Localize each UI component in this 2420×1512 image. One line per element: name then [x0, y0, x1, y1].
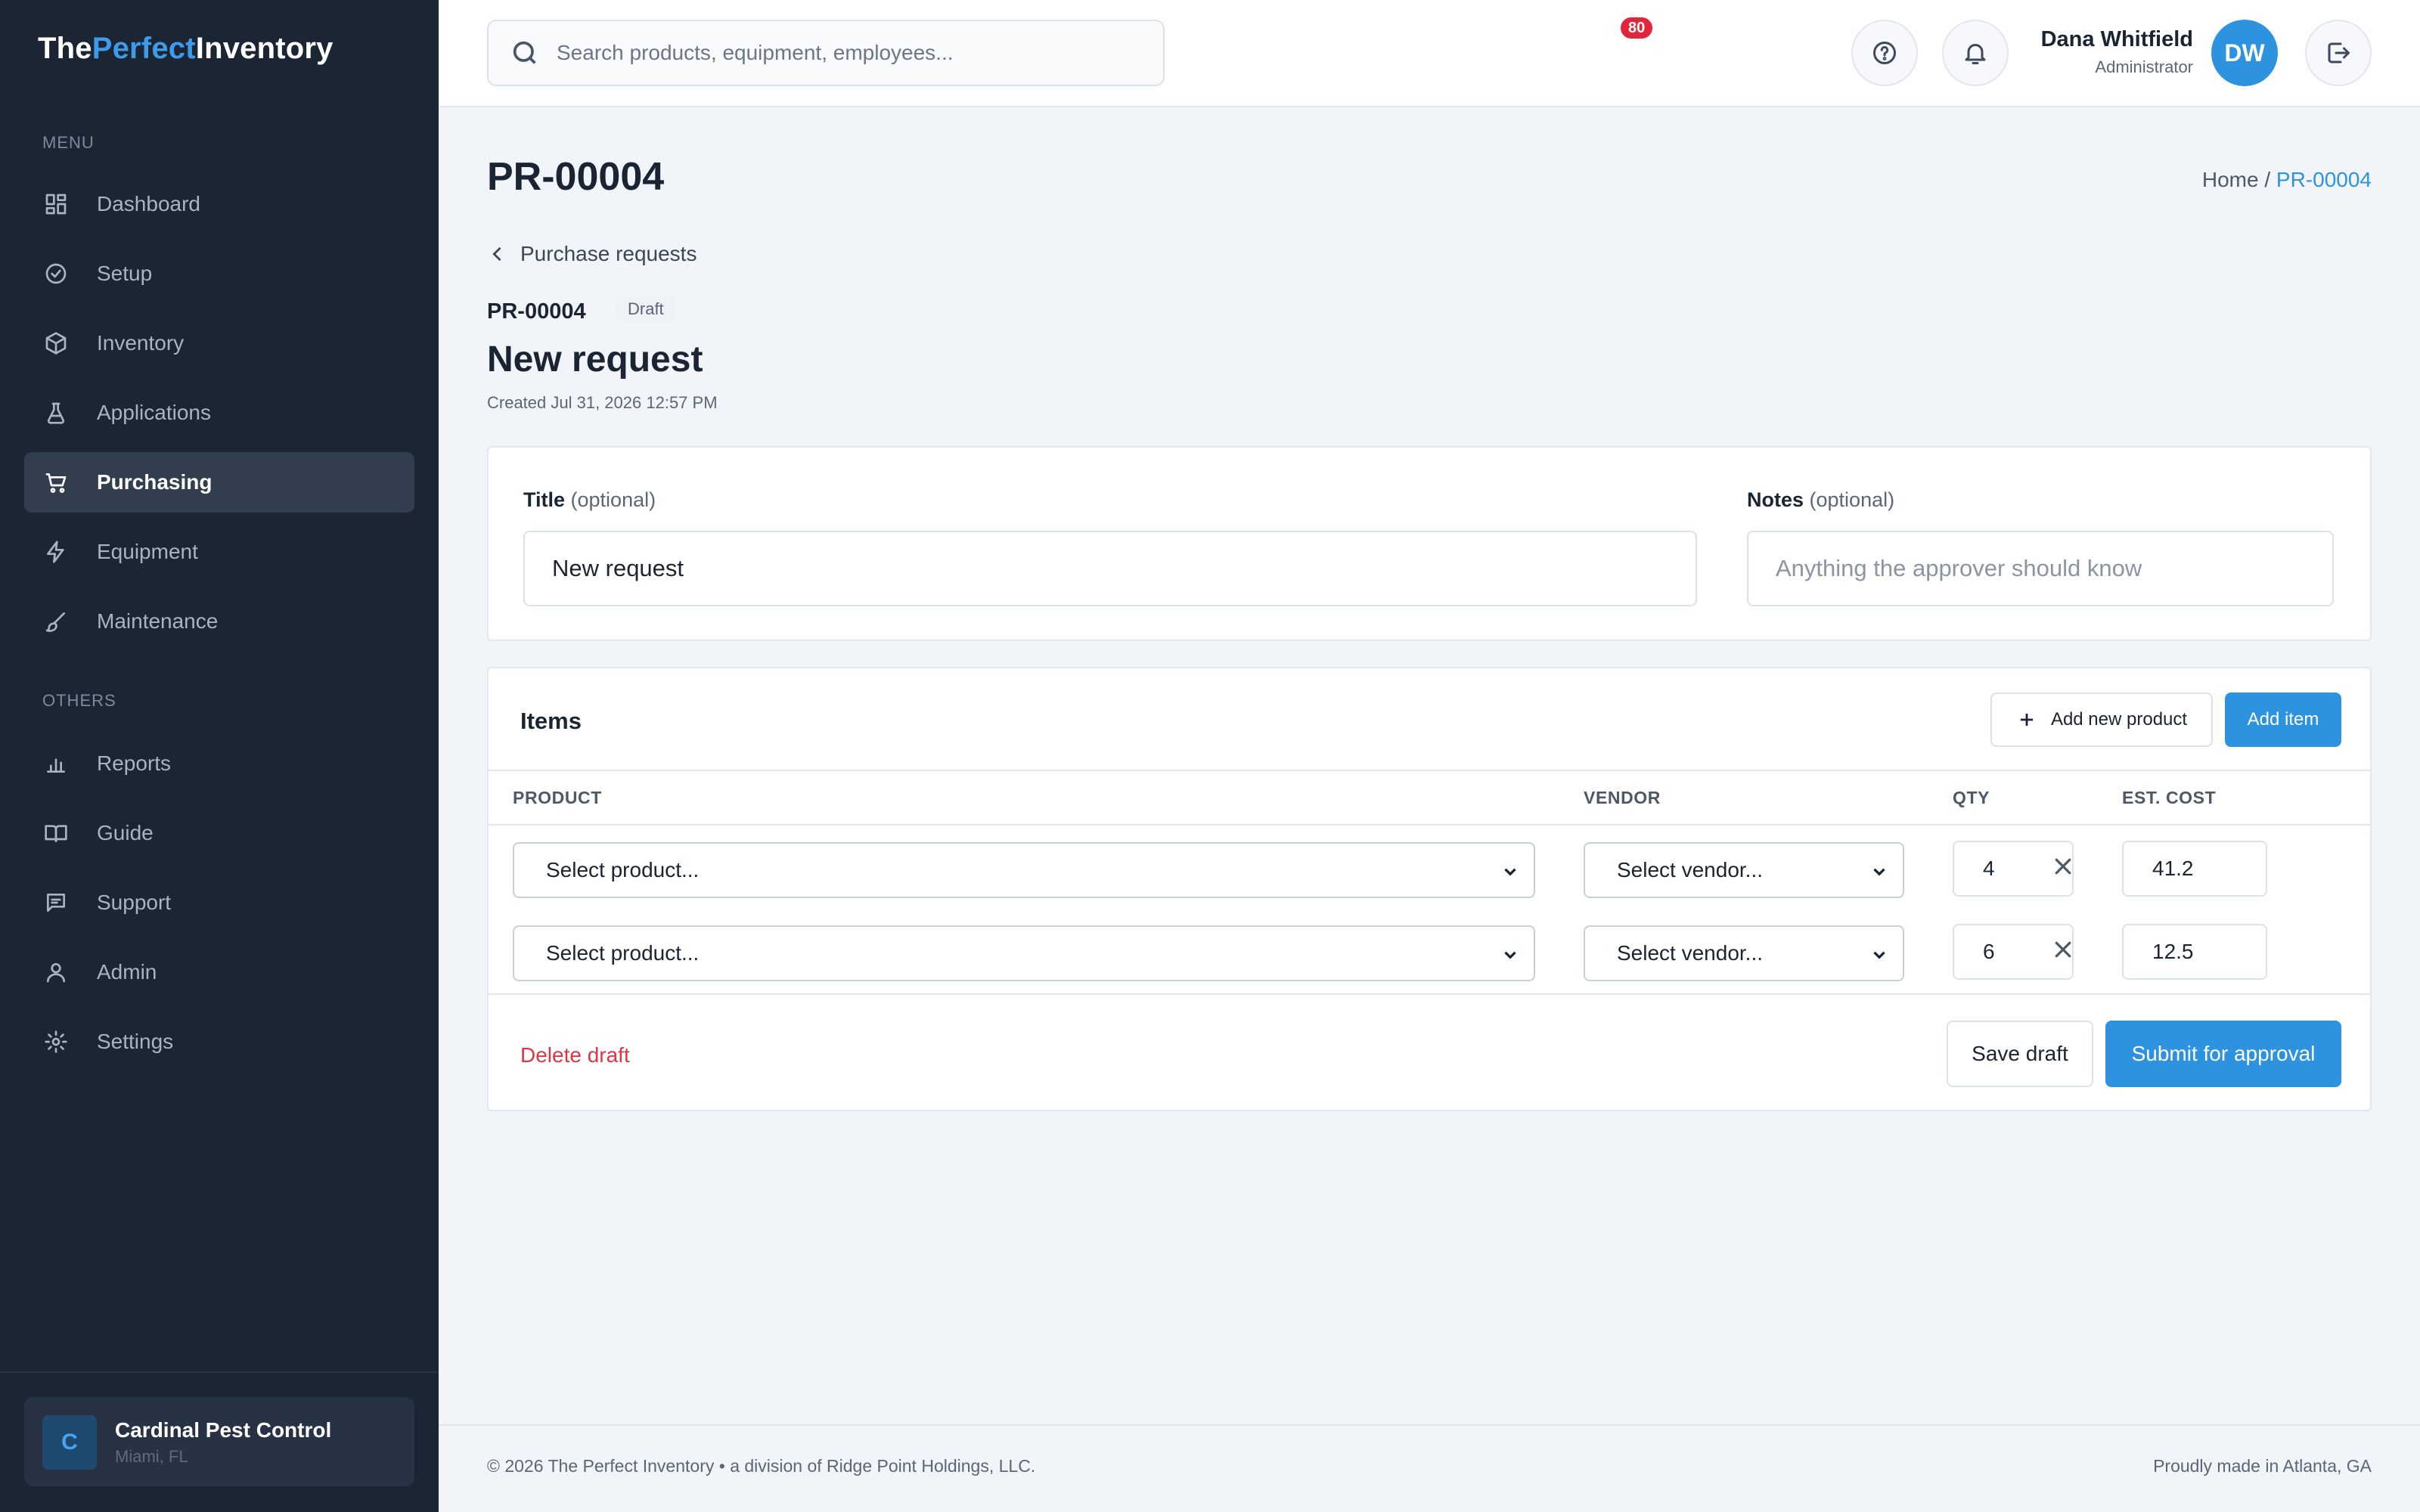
save-draft-button[interactable]: Save draft: [1947, 1021, 2093, 1087]
request-details-card: Title (optional) Notes (optional): [487, 446, 2372, 641]
request-created: Created Jul 31, 2026 12:57 PM: [487, 393, 718, 412]
est-cost-input[interactable]: 12.5: [2122, 924, 2267, 980]
table-row: Select product... Select vendor... 4 41.…: [489, 829, 2370, 912]
table-row: Select product... Select vendor... 6 12.…: [489, 912, 2370, 995]
user-icon: [42, 959, 70, 986]
footer-copyright: © 2026 The Perfect Inventory • a divisio…: [487, 1456, 1036, 1476]
items-card: Items Add new product Add item PRODUCT V…: [487, 667, 2372, 1111]
sidebar: ThePerfectInventory MENU Dashboard Setup…: [0, 0, 439, 1512]
items-table-header: PRODUCT VENDOR QTY EST. COST: [489, 770, 2370, 826]
menu-section-label: MENU: [42, 133, 95, 152]
request-title: New request: [487, 339, 703, 380]
sidebar-item-applications[interactable]: Applications: [24, 383, 414, 443]
chevron-down-icon: [1504, 868, 1516, 876]
add-new-product-button[interactable]: Add new product: [1990, 692, 2213, 747]
close-icon: [2055, 941, 2071, 958]
product-select[interactable]: Select product...: [513, 842, 1535, 898]
column-header-qty: QTY: [1953, 788, 1990, 807]
sidebar-item-inventory[interactable]: Inventory: [24, 313, 414, 373]
message-icon: [42, 889, 70, 916]
title-field-label: Title (optional): [523, 488, 656, 511]
delete-draft-button[interactable]: Delete draft: [520, 1043, 630, 1067]
flask-icon: [42, 399, 70, 426]
breadcrumb: Home / PR-00004: [2201, 168, 2372, 191]
user-role: Administrator: [2095, 57, 2193, 76]
chevron-down-icon: [1504, 951, 1516, 959]
logout-button[interactable]: [2305, 20, 2372, 86]
column-header-est-cost: EST. COST: [2122, 788, 2217, 807]
top-header: 80 Dana Whitfield Administrator DW: [439, 0, 2420, 107]
chevron-down-icon: [1873, 868, 1885, 876]
sidebar-item-dashboard[interactable]: Dashboard: [24, 174, 414, 234]
submit-for-approval-button[interactable]: Submit for approval: [2105, 1021, 2341, 1087]
help-circle-icon: [1873, 42, 1896, 64]
sidebar-divider: [0, 1371, 439, 1373]
sidebar-item-admin[interactable]: Admin: [24, 942, 414, 1002]
back-to-purchase-requests[interactable]: Purchase requests: [487, 242, 697, 266]
org-avatar: C: [42, 1415, 97, 1470]
status-badge: Draft: [616, 296, 676, 322]
notification-badge: 80: [1618, 15, 1655, 41]
check-circle-icon: [42, 260, 70, 287]
dashboard-icon: [42, 191, 70, 218]
sidebar-item-guide[interactable]: Guide: [24, 803, 414, 863]
remove-item-button[interactable]: [2048, 934, 2078, 965]
breadcrumb-current: PR-00004: [2276, 168, 2372, 191]
org-name: Cardinal Pest Control: [115, 1418, 332, 1442]
chevron-down-icon: [1873, 951, 1885, 959]
search-bar[interactable]: [487, 20, 1165, 86]
plus-icon: [2020, 713, 2034, 727]
gear-icon: [42, 1028, 70, 1055]
sidebar-item-maintenance[interactable]: Maintenance: [24, 591, 414, 652]
cart-icon: [42, 469, 70, 496]
page-footer: © 2026 The Perfect Inventory • a divisio…: [439, 1424, 2420, 1512]
notifications-button[interactable]: [1942, 20, 2009, 86]
sidebar-item-support[interactable]: Support: [24, 872, 414, 933]
title-input[interactable]: [523, 531, 1697, 606]
user-avatar[interactable]: DW: [2211, 20, 2278, 86]
logout-icon: [2328, 42, 2350, 64]
brush-icon: [42, 608, 70, 635]
items-footer-actions: Delete draft Save draft Submit for appro…: [489, 996, 2370, 1111]
vendor-select[interactable]: Select vendor...: [1584, 842, 1904, 898]
notes-input[interactable]: [1747, 531, 2334, 606]
sidebar-item-settings[interactable]: Settings: [24, 1012, 414, 1072]
product-select[interactable]: Select product...: [513, 925, 1535, 981]
sidebar-item-setup[interactable]: Setup: [24, 243, 414, 304]
organization-switcher[interactable]: C Cardinal Pest Control Miami, FL: [24, 1397, 414, 1486]
sidebar-item-equipment[interactable]: Equipment: [24, 522, 414, 582]
remove-item-button[interactable]: [2048, 851, 2078, 881]
est-cost-input[interactable]: 41.2: [2122, 841, 2267, 897]
footer-tagline: Proudly made in Atlanta, GA: [2153, 1456, 2372, 1476]
column-header-product: PRODUCT: [513, 788, 602, 807]
bell-icon: [1965, 44, 1986, 64]
column-header-vendor: VENDOR: [1584, 788, 1661, 807]
box-icon: [42, 330, 70, 357]
notes-field-label: Notes (optional): [1747, 488, 1895, 511]
book-icon: [42, 820, 70, 847]
app-logo[interactable]: ThePerfectInventory: [38, 32, 334, 66]
bolt-icon: [42, 538, 70, 565]
others-section-label: OTHERS: [42, 691, 116, 710]
help-button[interactable]: [1851, 20, 1918, 86]
search-icon: [513, 41, 536, 64]
sidebar-item-purchasing[interactable]: Purchasing: [24, 452, 414, 513]
items-heading: Items: [520, 708, 582, 734]
chevron-left-icon: [492, 246, 501, 262]
org-location: Miami, FL: [115, 1447, 188, 1466]
vendor-select[interactable]: Select vendor...: [1584, 925, 1904, 981]
breadcrumb-home[interactable]: Home: [2202, 168, 2259, 191]
search-input[interactable]: [557, 41, 1146, 65]
close-icon: [2055, 858, 2071, 875]
page-title: PR-00004: [487, 155, 665, 199]
bar-chart-icon: [42, 750, 70, 777]
sidebar-item-reports[interactable]: Reports: [24, 733, 414, 794]
add-item-button[interactable]: Add item: [2225, 692, 2341, 747]
user-name: Dana Whitfield: [2040, 27, 2193, 51]
request-id: PR-00004: [487, 299, 586, 324]
